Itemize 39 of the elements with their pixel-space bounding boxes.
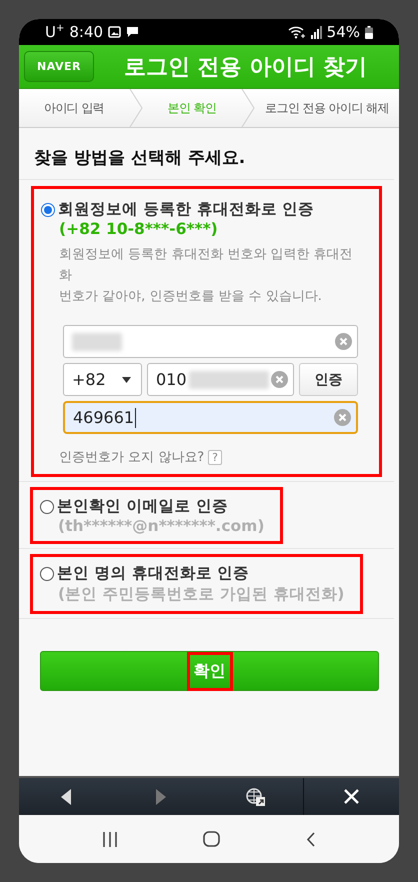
- clock-time: 8:40: [69, 23, 104, 41]
- phone-prefix: 010: [156, 370, 187, 389]
- step-label: 아이디 입력: [42, 100, 106, 116]
- description-text: 회원정보에 등록한 휴대전화 번호와 입력한 휴대전화 번호가 같아야, 인증번호를 받을 수 있습니다.: [59, 246, 354, 306]
- radio-button[interactable]: [40, 500, 54, 514]
- chat-icon: [126, 26, 140, 38]
- option-detail: (th******@n*******.com): [58, 517, 264, 535]
- close-icon[interactable]: [344, 789, 360, 804]
- image-icon: [108, 26, 122, 38]
- phone-field[interactable]: 010: [147, 363, 294, 396]
- help-link[interactable]: 인증번호가 오지 않나요?: [59, 448, 204, 466]
- battery-icon: [365, 26, 373, 38]
- signal-icon: [310, 26, 322, 38]
- home-icon[interactable]: [203, 831, 220, 847]
- back-icon[interactable]: [61, 788, 72, 804]
- globe-icon[interactable]: [246, 788, 266, 806]
- verify-button[interactable]: 인증: [299, 363, 358, 396]
- option-detail: (본인 주민등록번호로 가입된 휴대전화): [58, 584, 344, 605]
- back-nav-icon[interactable]: [306, 832, 316, 846]
- option-title: 본인확인 이메일로 인증: [57, 496, 228, 517]
- name-field[interactable]: [63, 325, 358, 358]
- option-title: 본인 명의 휴대전화로 인증: [57, 563, 250, 584]
- battery-percent: 54%: [326, 23, 360, 41]
- section-heading: 찾을 방법을 선택해 주세요.: [33, 147, 246, 170]
- radio-button[interactable]: [40, 566, 54, 580]
- radio-button[interactable]: [41, 202, 55, 216]
- step-label: 로그인 전용 아이디 해제: [264, 100, 390, 116]
- recent-apps-icon[interactable]: [102, 832, 118, 846]
- forward-icon[interactable]: [156, 788, 166, 804]
- carrier-label: U$^{+}$: [45, 23, 64, 41]
- help-button[interactable]: ?: [208, 450, 222, 464]
- dropdown-icon: [122, 376, 131, 382]
- page-title: 로그인 전용 아이디 찾기: [124, 54, 367, 82]
- option-title: 회원정보에 등록한 휴대전화로 인증: [58, 199, 314, 220]
- option-detail: (+82 10-8***-6***): [59, 220, 219, 238]
- country-code-select[interactable]: +82: [63, 363, 142, 396]
- wifi-icon: [288, 25, 306, 39]
- code-field[interactable]: 469661: [63, 401, 358, 434]
- step-label: 본인 확인: [166, 100, 218, 116]
